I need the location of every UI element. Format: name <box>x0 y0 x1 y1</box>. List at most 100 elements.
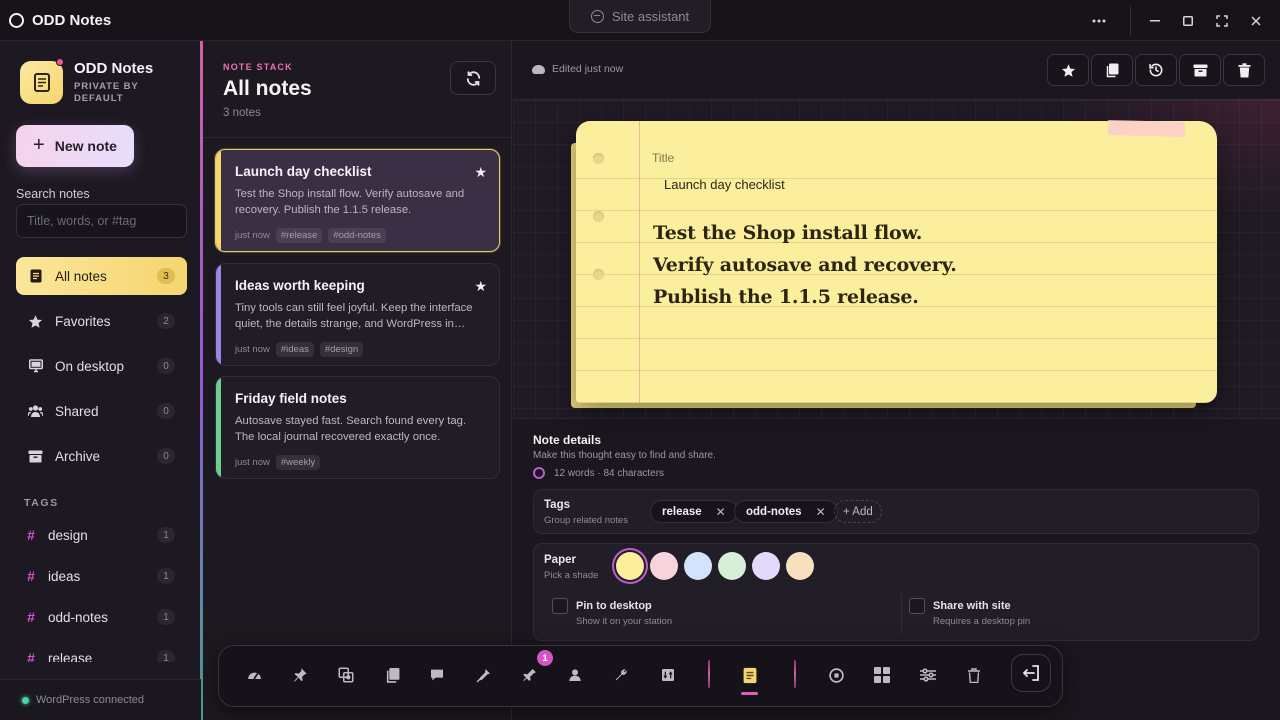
pin-icon[interactable] <box>287 662 313 688</box>
pin-to-desktop-label: Pin to desktop <box>576 600 652 612</box>
connection-status-label: WordPress connected <box>36 694 145 706</box>
tags-panel-label: Tags <box>544 499 570 511</box>
users-icon[interactable] <box>562 662 588 688</box>
note-card-tag: #weekly <box>275 455 321 470</box>
note-body-line: Verify autosave and recovery. <box>653 254 957 276</box>
note-body-editor[interactable]: Test the Shop install flow. Verify autos… <box>653 217 957 313</box>
sidebar-tag-ideas[interactable]: # ideas 1 <box>16 558 187 594</box>
site-assistant-button[interactable]: Site assistant <box>569 0 711 33</box>
import-icon[interactable] <box>655 662 681 688</box>
close-icon <box>1251 16 1261 26</box>
paper-tape <box>1107 119 1186 138</box>
tag-label: ideas <box>48 568 81 584</box>
tag-label: odd-notes <box>48 609 109 625</box>
dock-separator <box>708 660 710 688</box>
apps-grid-icon[interactable] <box>869 662 895 688</box>
note-card-ideas-worth-keeping[interactable]: Ideas worth keeping ★ Tiny tools can sti… <box>215 263 500 366</box>
hash-icon: # <box>27 568 35 584</box>
note-body-line: Test the Shop install flow. <box>653 222 923 244</box>
paper-swatch-yellow[interactable] <box>616 552 644 580</box>
paper-swatch-green[interactable] <box>718 552 746 580</box>
refresh-icon <box>466 70 480 86</box>
paper-margin-line <box>639 121 640 403</box>
delete-button[interactable] <box>1223 54 1265 86</box>
note-stats: 12 words · 84 characters <box>554 468 665 479</box>
tags-panel-subtitle: Group related notes <box>544 515 628 526</box>
maximize-button[interactable] <box>1176 9 1200 33</box>
note-card-meta: just now #weekly <box>235 455 321 470</box>
fullscreen-icon <box>1216 15 1228 27</box>
favorite-button[interactable] <box>1047 54 1089 86</box>
add-tag-button[interactable]: + Add <box>834 500 882 523</box>
share-with-site-label: Share with site <box>933 600 1011 612</box>
note-card-time: just now <box>235 344 270 355</box>
note-card-title: Ideas worth keeping <box>235 278 365 293</box>
paper-hole <box>593 211 604 222</box>
settings-icon[interactable] <box>915 662 941 688</box>
cloud-icon <box>532 64 545 74</box>
paper-swatch-peach[interactable] <box>786 552 814 580</box>
note-card-title: Friday field notes <box>235 391 347 406</box>
ellipsis-icon <box>1092 19 1106 23</box>
tools-icon[interactable] <box>608 662 634 688</box>
sidebar-tag-release[interactable]: # release 1 <box>16 640 187 662</box>
remove-tag-icon[interactable]: ✕ <box>716 505 726 519</box>
note-card-tag: #release <box>275 228 323 243</box>
paper-swatch-pink[interactable] <box>650 552 678 580</box>
tag-pill-release[interactable]: release ✕ <box>650 500 738 523</box>
note-card-title: Launch day checklist <box>235 164 372 179</box>
sidebar-tag-odd-notes[interactable]: # odd-notes 1 <box>16 599 187 635</box>
note-count: 3 notes <box>223 107 261 119</box>
history-button[interactable] <box>1135 54 1177 86</box>
dashboard-icon[interactable] <box>241 662 267 688</box>
pin-to-desktop-checkbox[interactable] <box>552 598 568 614</box>
more-menu-button[interactable] <box>1087 9 1111 33</box>
list-divider <box>203 137 512 138</box>
note-card-launch-day-checklist[interactable]: Launch day checklist ★ Test the Shop ins… <box>215 149 500 252</box>
close-button[interactable] <box>1244 9 1268 33</box>
plugins-icon[interactable] <box>517 662 543 688</box>
media-icon[interactable] <box>333 662 359 688</box>
note-title-input[interactable]: Launch day checklist <box>664 177 785 192</box>
odd-icon[interactable] <box>823 662 849 688</box>
dock-separator <box>794 660 796 688</box>
pin-to-desktop-subtitle: Show it on your station <box>576 616 673 627</box>
note-card-preview: Autosave stayed fast. Search found every… <box>235 415 467 443</box>
remove-tag-icon[interactable]: ✕ <box>816 505 826 519</box>
note-card-tag: #design <box>319 342 364 357</box>
paper-swatch-lavender[interactable] <box>752 552 780 580</box>
sidebar-tag-design[interactable]: # design 1 <box>16 517 187 553</box>
note-list-title: All notes <box>223 77 312 100</box>
card-accent-bar <box>216 264 221 365</box>
pages-icon[interactable] <box>379 662 405 688</box>
exit-button[interactable] <box>1011 654 1051 692</box>
star-icon[interactable]: ★ <box>474 164 487 181</box>
site-assistant-label: Site assistant <box>611 8 690 24</box>
tag-count: 1 <box>157 527 175 543</box>
tag-pill-odd-notes[interactable]: odd-notes ✕ <box>734 500 838 523</box>
tag-count: 1 <box>157 568 175 584</box>
share-with-site-checkbox[interactable] <box>909 598 925 614</box>
tag-count: 1 <box>157 609 175 625</box>
maximize-icon <box>1183 16 1193 26</box>
star-icon[interactable]: ★ <box>474 278 487 295</box>
titlebar-divider <box>1130 6 1131 36</box>
note-card-friday-field-notes[interactable]: Friday field notes Autosave stayed fast.… <box>215 376 500 479</box>
dock-active-indicator <box>741 692 758 695</box>
note-card-time: just now <box>235 230 270 241</box>
notes-app-icon[interactable] <box>737 662 763 688</box>
minimize-button[interactable] <box>1143 9 1167 33</box>
trash-icon[interactable] <box>961 662 987 688</box>
appearance-icon[interactable] <box>470 662 496 688</box>
paper-swatch-blue[interactable] <box>684 552 712 580</box>
duplicate-button[interactable] <box>1091 54 1133 86</box>
comments-icon[interactable] <box>424 662 450 688</box>
archive-button[interactable] <box>1179 54 1221 86</box>
tags-list: # design 1 # ideas 1 # odd-notes 1 # rel… <box>0 0 201 662</box>
archive-icon <box>1193 64 1207 76</box>
note-details-subtitle: Make this thought easy to find and share… <box>533 450 716 461</box>
paper-panel-label: Paper <box>544 554 576 566</box>
note-details-title: Note details <box>533 433 602 447</box>
refresh-button[interactable] <box>450 61 496 95</box>
fullscreen-button[interactable] <box>1210 9 1234 33</box>
